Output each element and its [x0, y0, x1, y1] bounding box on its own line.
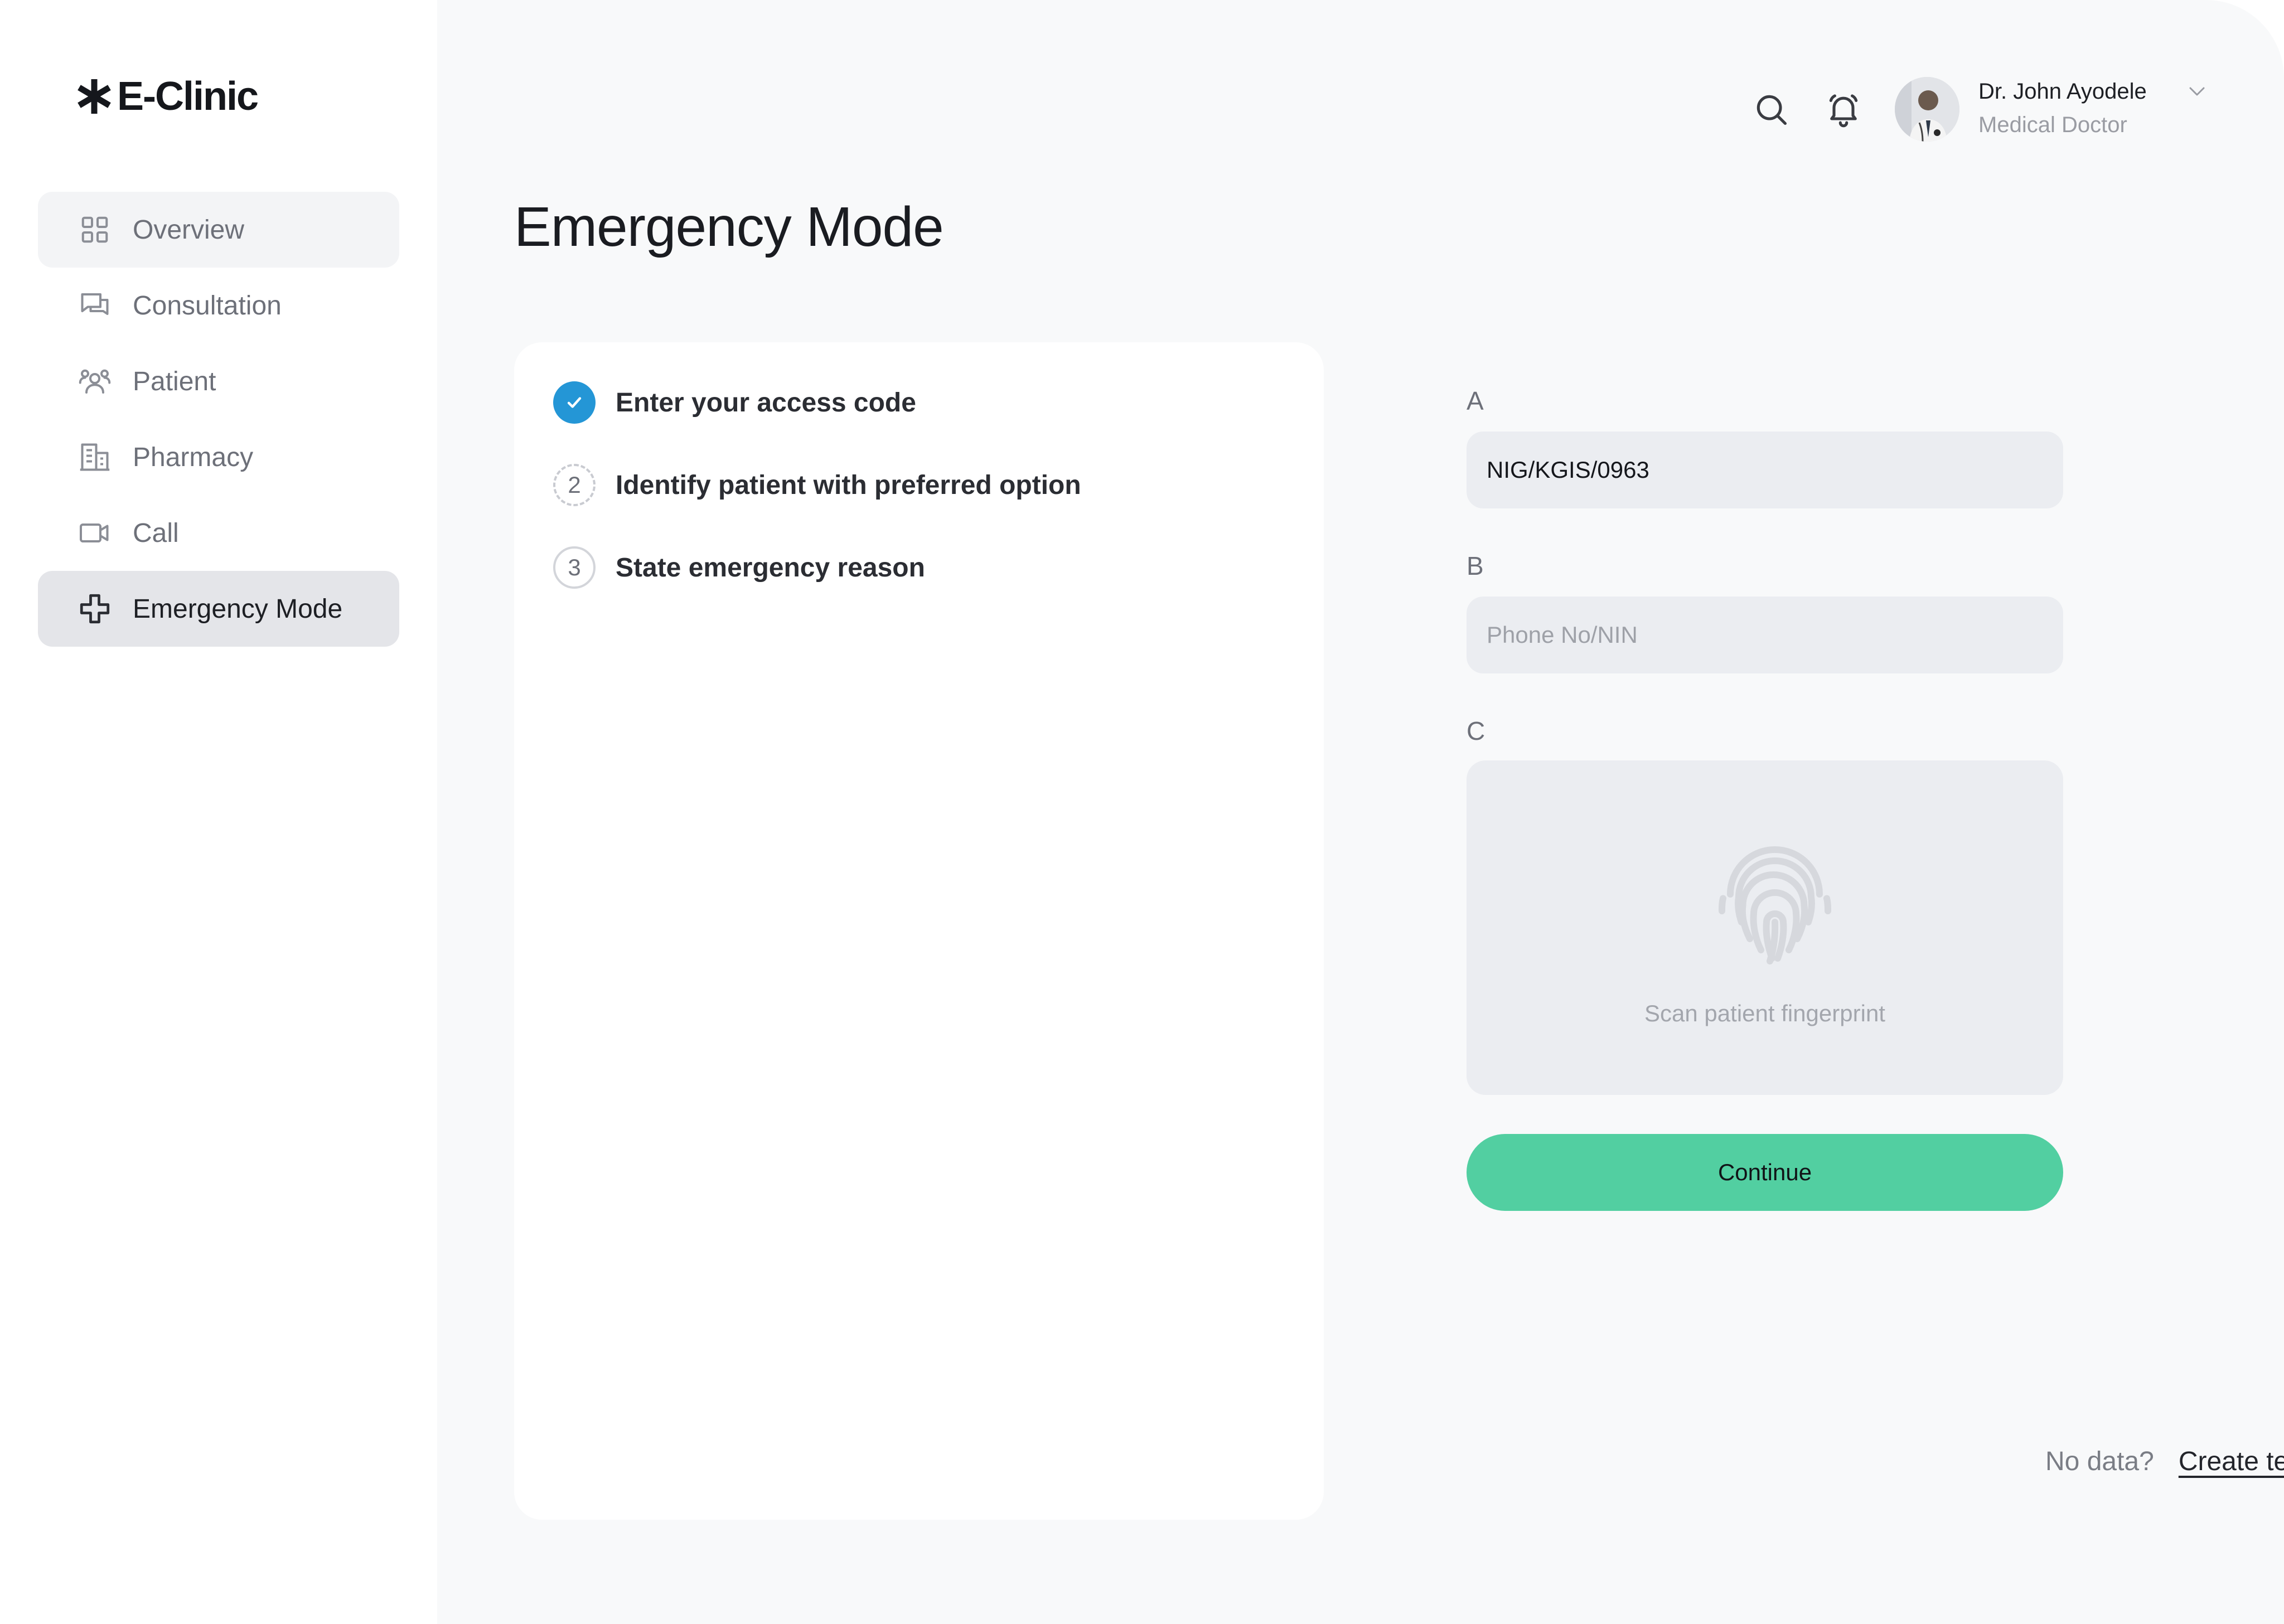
scan-fingerprint-label: Scan patient fingerprint — [1644, 1000, 1885, 1026]
app-name: E-Clinic — [117, 74, 259, 119]
phone-nin-field[interactable] — [1467, 597, 2063, 673]
chat-bubbles-icon — [78, 289, 112, 322]
app-window: E-Clinic Overview Consultation Patient P… — [0, 0, 2284, 1624]
step-item: Enter your access code — [553, 380, 916, 425]
step-number: 3 — [553, 546, 596, 589]
main-content: Dr. John Ayodele Medical Doctor Emergenc… — [437, 0, 2284, 1624]
sidebar-item-label: Patient — [133, 366, 216, 396]
search-icon — [1756, 95, 1787, 125]
create-temporary-profile-link[interactable]: Create temporary profile — [2179, 1446, 2284, 1477]
building-icon — [78, 440, 112, 474]
user-name: Dr. John Ayodele — [1978, 79, 2147, 104]
user-role: Medical Doctor — [1978, 113, 2127, 137]
video-camera-icon — [78, 516, 112, 550]
access-code-field[interactable] — [1467, 432, 2063, 508]
option-c-label: C — [1467, 716, 1485, 745]
sidebar-item-label: Consultation — [133, 290, 282, 321]
steps-card: Enter your access code 2 Identify patien… — [514, 342, 1324, 1520]
step-label: Enter your access code — [616, 387, 916, 418]
checkmark-icon — [567, 397, 582, 408]
bell-icon — [1829, 94, 1858, 128]
notifications-button[interactable] — [1823, 89, 1864, 129]
step-item: 2 Identify patient with preferred option — [553, 463, 1081, 507]
sidebar-item-overview[interactable]: Overview — [38, 192, 399, 268]
option-b-label: B — [1467, 551, 1484, 580]
sidebar-item-call[interactable]: Call — [38, 495, 399, 571]
continue-button[interactable]: Continue — [1467, 1134, 2063, 1211]
people-icon — [78, 365, 112, 398]
step-label: Identify patient with preferred option — [616, 470, 1081, 500]
step-done-indicator — [553, 381, 596, 424]
step-label: State emergency reason — [616, 552, 925, 583]
option-a-label: A — [1467, 386, 1484, 415]
no-data-prompt: No data? — [2045, 1447, 2154, 1476]
grid-icon — [78, 213, 112, 246]
fingerprint-scan-area[interactable]: Scan patient fingerprint — [1467, 760, 2063, 1095]
sidebar-item-patient[interactable]: Patient — [38, 343, 399, 419]
sidebar-item-label: Overview — [133, 215, 245, 245]
page-title: Emergency Mode — [514, 196, 944, 258]
step-number: 2 — [553, 464, 596, 506]
avatar[interactable] — [1895, 77, 1959, 142]
step-item: 3 State emergency reason — [553, 545, 925, 590]
search-button[interactable] — [1751, 89, 1791, 129]
sidebar-item-label: Pharmacy — [133, 442, 254, 472]
user-photo-icon — [1895, 77, 1959, 142]
sidebar-nav: Overview Consultation Patient Pharmacy C… — [38, 192, 399, 647]
sidebar-item-emergency-mode[interactable]: Emergency Mode — [38, 571, 399, 647]
fingerprint-icon — [1719, 846, 1831, 964]
app-logo[interactable]: E-Clinic — [75, 71, 259, 122]
sidebar-item-pharmacy[interactable]: Pharmacy — [38, 419, 399, 495]
user-menu-toggle[interactable] — [2180, 80, 2214, 103]
sidebar-item-label: Call — [133, 518, 179, 548]
sidebar-item-consultation[interactable]: Consultation — [38, 268, 399, 343]
medical-cross-icon — [78, 592, 112, 626]
chevron-down-icon — [2189, 87, 2205, 96]
no-data-row: No data? Create temporary profile — [2045, 1446, 2284, 1477]
sidebar-item-label: Emergency Mode — [133, 594, 343, 624]
sidebar: E-Clinic Overview Consultation Patient P… — [0, 0, 437, 1624]
asterisk-logo-icon — [78, 79, 111, 114]
